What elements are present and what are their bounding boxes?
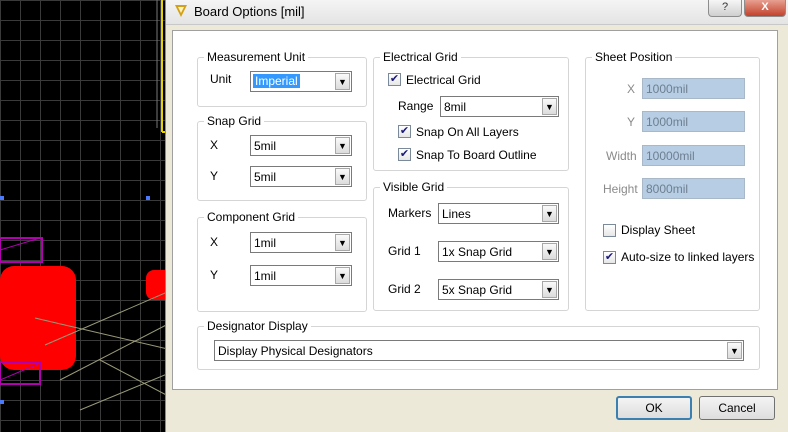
sheet-y-value: 1000mil xyxy=(646,115,689,129)
component-grid-y-select[interactable]: 1mil ▼ xyxy=(250,265,352,286)
chevron-down-icon[interactable]: ▼ xyxy=(542,243,557,260)
display-sheet-checkbox[interactable] xyxy=(603,224,616,237)
sheet-position-group-label: Sheet Position xyxy=(592,50,676,64)
title-bar[interactable]: Board Options [mil] ? X xyxy=(166,0,788,25)
range-select[interactable]: 8mil ▼ xyxy=(440,96,559,117)
dialog-client-area: Measurement Unit Unit Imperial ▼ Snap Gr… xyxy=(172,30,778,390)
snap-grid-y-select[interactable]: 5mil ▼ xyxy=(250,166,352,187)
chevron-down-icon[interactable]: ▼ xyxy=(542,205,557,222)
chevron-down-icon[interactable]: ▼ xyxy=(727,342,742,359)
auto-size-checkbox[interactable]: ✔ xyxy=(603,251,616,264)
snap-grid-y-label: Y xyxy=(210,169,219,183)
chevron-down-icon[interactable]: ▼ xyxy=(542,98,557,115)
component-grid-label: Component Grid xyxy=(204,210,299,224)
designator-display-group-label: Designator Display xyxy=(204,319,311,333)
unit-select[interactable]: Imperial ▼ xyxy=(250,71,352,92)
display-sheet-label: Display Sheet xyxy=(621,223,696,237)
electrical-grid-group-label: Electrical Grid xyxy=(380,50,461,64)
grid2-value: 5x Snap Grid xyxy=(442,283,513,297)
component-grid-y-value: 1mil xyxy=(254,269,277,283)
measurement-unit-label: Measurement Unit xyxy=(204,50,309,64)
designator-display-select[interactable]: Display Physical Designators ▼ xyxy=(214,340,744,361)
grid1-label: Grid 1 xyxy=(388,244,421,258)
grid1-value: 1x Snap Grid xyxy=(442,245,513,259)
board-options-dialog: Board Options [mil] ? X Measurement Unit… xyxy=(165,0,788,432)
snap-on-all-layers-checkbox[interactable]: ✔ xyxy=(398,125,411,138)
snap-to-board-outline-checkbox[interactable]: ✔ xyxy=(398,148,411,161)
grid1-select[interactable]: 1x Snap Grid ▼ xyxy=(438,241,559,262)
sheet-height-label: Height xyxy=(603,182,638,196)
markers-label: Markers xyxy=(388,206,432,220)
chevron-down-icon[interactable]: ▼ xyxy=(335,234,350,251)
auto-size-label: Auto-size to linked layers xyxy=(621,250,755,264)
pad-large xyxy=(0,266,76,370)
range-value: 8mil xyxy=(444,100,467,114)
sheet-y-label: Y xyxy=(627,115,636,129)
electrical-grid-checkbox[interactable]: ✔ xyxy=(388,73,401,86)
pad-outline-top xyxy=(0,237,43,263)
electrical-grid-checkbox-label: Electrical Grid xyxy=(406,73,481,87)
chevron-down-icon[interactable]: ▼ xyxy=(335,267,350,284)
range-label: Range xyxy=(398,99,434,113)
snap-grid-x-value: 5mil xyxy=(254,139,277,153)
markers-select[interactable]: Lines ▼ xyxy=(438,203,559,224)
measurement-unit-group: Measurement Unit Unit Imperial ▼ xyxy=(197,50,367,107)
snap-to-board-outline-label: Snap To Board Outline xyxy=(416,148,537,162)
snap-grid-label: Snap Grid xyxy=(204,114,265,128)
sheet-width-value: 10000mil xyxy=(646,149,695,163)
snap-grid-y-value: 5mil xyxy=(254,170,277,184)
component-grid-x-value: 1mil xyxy=(254,236,277,250)
snap-on-all-layers-label: Snap On All Layers xyxy=(416,125,519,139)
unit-select-value: Imperial xyxy=(253,74,300,88)
designator-display-value: Display Physical Designators xyxy=(218,344,373,358)
designator-display-group: Designator Display Display Physical Desi… xyxy=(197,319,760,370)
sheet-x-label: X xyxy=(627,82,636,96)
chevron-down-icon[interactable]: ▼ xyxy=(335,137,350,154)
window-title: Board Options [mil] xyxy=(194,4,305,19)
sheet-width-field: 10000mil xyxy=(642,145,745,166)
unit-label: Unit xyxy=(210,72,232,86)
ok-button[interactable]: OK xyxy=(616,396,692,420)
component-grid-y-label: Y xyxy=(210,268,219,282)
cancel-button[interactable]: Cancel xyxy=(699,396,775,420)
pcb-canvas[interactable] xyxy=(0,0,172,432)
pcb-artwork xyxy=(0,0,172,411)
grid2-select[interactable]: 5x Snap Grid ▼ xyxy=(438,279,559,300)
electrical-grid-group: Electrical Grid ✔ Electrical Grid Range … xyxy=(373,50,569,171)
snap-grid-x-select[interactable]: 5mil ▼ xyxy=(250,135,352,156)
sheet-x-value: 1000mil xyxy=(646,82,689,96)
grid2-label: Grid 2 xyxy=(388,282,421,296)
chevron-down-icon[interactable]: ▼ xyxy=(542,281,557,298)
help-button[interactable]: ? xyxy=(708,0,742,17)
altium-logo-icon xyxy=(175,5,187,17)
sheet-x-field: 1000mil xyxy=(642,78,745,99)
snap-grid-x-label: X xyxy=(210,138,219,152)
sheet-height-value: 8000mil xyxy=(646,182,689,196)
chevron-down-icon[interactable]: ▼ xyxy=(335,168,350,185)
snap-grid-group: Snap Grid X 5mil ▼ Y 5mil ▼ xyxy=(197,114,367,201)
sheet-position-group: Sheet Position X 1000mil Y 1000mil Width… xyxy=(585,50,760,311)
close-button[interactable]: X xyxy=(744,0,786,17)
visible-grid-group-label: Visible Grid xyxy=(380,180,448,194)
sheet-height-field: 8000mil xyxy=(642,178,745,199)
component-grid-x-label: X xyxy=(210,235,219,249)
visible-grid-group: Visible Grid Markers Lines ▼ Grid 1 1x S… xyxy=(373,180,569,311)
component-grid-group: Component Grid X 1mil ▼ Y 1mil ▼ xyxy=(197,210,367,312)
sheet-width-label: Width xyxy=(606,149,637,163)
component-grid-x-select[interactable]: 1mil ▼ xyxy=(250,232,352,253)
markers-value: Lines xyxy=(442,207,471,221)
sheet-y-field: 1000mil xyxy=(642,111,745,132)
chevron-down-icon[interactable]: ▼ xyxy=(335,73,350,90)
